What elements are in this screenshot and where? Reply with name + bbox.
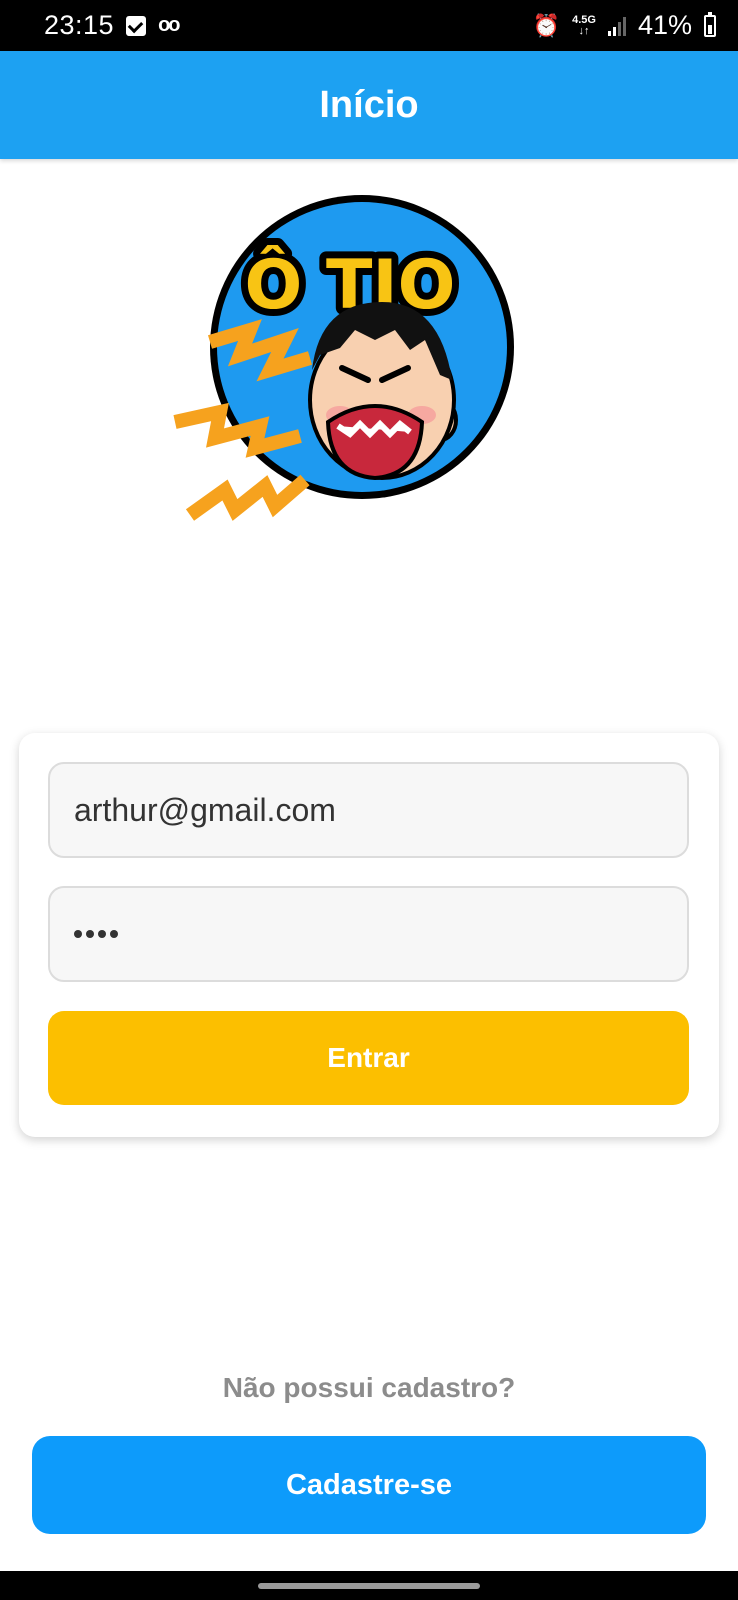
screen: 23:15 oo ⏰ 4.5G ↓↑ 41% Início Ô TIO Ô TI… <box>0 0 738 1600</box>
register-button[interactable]: Cadastre-se <box>32 1436 706 1534</box>
login-form: arthur@gmail.com Entrar <box>19 733 719 1137</box>
system-nav-bar <box>0 1571 738 1600</box>
status-bar-right: ⏰ 4.5G ↓↑ 41% <box>533 10 716 41</box>
network-label: 4.5G <box>572 13 596 26</box>
alarm-icon: ⏰ <box>532 12 561 38</box>
angry-shouting-man-logo: Ô TIO Ô TIO <box>173 195 514 521</box>
battery-percent: 41% <box>637 10 692 40</box>
login-button-label: Entrar <box>327 1042 410 1073</box>
network-4-5g-icon: 4.5G ↓↑ <box>572 13 596 37</box>
home-gesture-bar[interactable] <box>258 1582 480 1589</box>
password-field[interactable] <box>48 886 689 982</box>
battery-icon <box>704 11 716 37</box>
register-button-label: Cadastre-se <box>285 1468 453 1501</box>
password-value <box>74 930 118 938</box>
voicemail-icon: oo <box>158 14 180 36</box>
check-square-icon <box>126 15 147 36</box>
login-button[interactable]: Entrar <box>48 1011 689 1105</box>
app-logo: Ô TIO Ô TIO <box>170 190 530 540</box>
app-bar: Início <box>0 51 738 159</box>
signal-icon <box>607 16 626 36</box>
status-bar-left: 23:15 oo <box>44 10 181 41</box>
page-title: Início <box>319 83 419 126</box>
email-field[interactable]: arthur@gmail.com <box>48 762 689 858</box>
status-bar: 23:15 oo ⏰ 4.5G ↓↑ 41% <box>0 0 738 51</box>
status-time: 23:15 <box>44 10 115 40</box>
register-prompt: Não possui cadastro? <box>222 1372 516 1403</box>
email-value: arthur@gmail.com <box>74 791 336 828</box>
